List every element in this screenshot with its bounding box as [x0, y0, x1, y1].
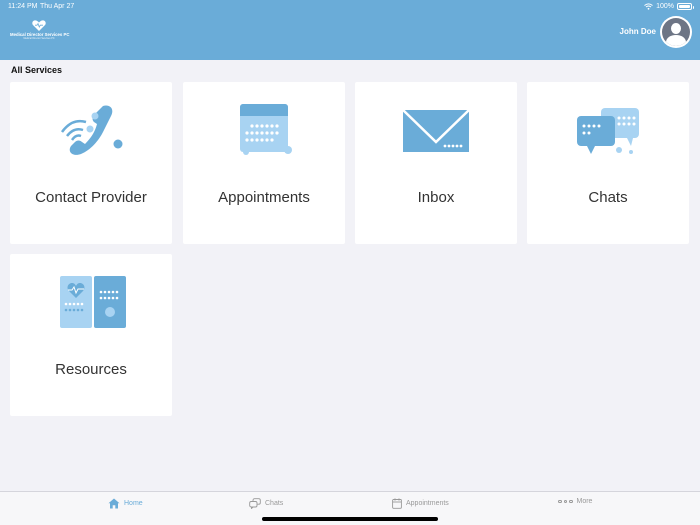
- calendar-icon: [240, 104, 292, 155]
- tile-label: Resources: [55, 361, 127, 378]
- tab-label: More: [576, 498, 593, 505]
- tab-chats[interactable]: Chats: [249, 498, 283, 509]
- home-icon: [108, 498, 120, 509]
- logo-tagline: Medical Director Services PC: [23, 37, 55, 40]
- tile-inbox[interactable]: Inbox: [355, 82, 517, 244]
- section-title: All Services: [11, 65, 63, 75]
- tile-label: Contact Provider: [35, 189, 147, 206]
- status-time: 11:24 PM: [8, 3, 38, 10]
- tab-more[interactable]: More: [558, 498, 592, 505]
- envelope-icon: [402, 109, 470, 152]
- tab-home[interactable]: Home: [108, 498, 143, 509]
- phone-icon: [60, 105, 123, 155]
- battery-icon: [677, 3, 694, 10]
- status-bar: 11:24 PM Thu Apr 27 100%: [0, 0, 700, 14]
- tab-appointments[interactable]: Appointments: [392, 498, 449, 509]
- chat-icon: [249, 498, 261, 509]
- chat-bubbles-icon: [577, 108, 639, 154]
- wifi-icon: [644, 3, 653, 10]
- tab-label: Home: [124, 500, 143, 507]
- tile-label: Appointments: [218, 189, 310, 206]
- tile-appointments[interactable]: Appointments: [183, 82, 345, 244]
- status-date: Thu Apr 27: [40, 3, 75, 10]
- tile-resources[interactable]: Resources: [10, 254, 172, 416]
- calendar-icon: [392, 498, 402, 509]
- app-logo: Medical Director Services PC Medical Dir…: [10, 20, 69, 40]
- heart-logo-icon: [32, 20, 46, 31]
- tile-chats[interactable]: Chats: [527, 82, 689, 244]
- tab-label: Chats: [265, 500, 284, 507]
- more-icon: [558, 499, 573, 504]
- tile-label: Inbox: [417, 189, 455, 206]
- tile-contact-provider[interactable]: Contact Provider: [10, 82, 172, 244]
- avatar[interactable]: [660, 16, 692, 48]
- battery-percent: 100%: [656, 3, 674, 10]
- home-indicator[interactable]: [262, 517, 438, 521]
- avatar-icon: [662, 18, 690, 46]
- resources-icon: [60, 276, 126, 328]
- tile-label: Chats: [588, 189, 628, 206]
- user-name[interactable]: John Doe: [620, 27, 656, 36]
- tab-label: Appointments: [406, 500, 449, 507]
